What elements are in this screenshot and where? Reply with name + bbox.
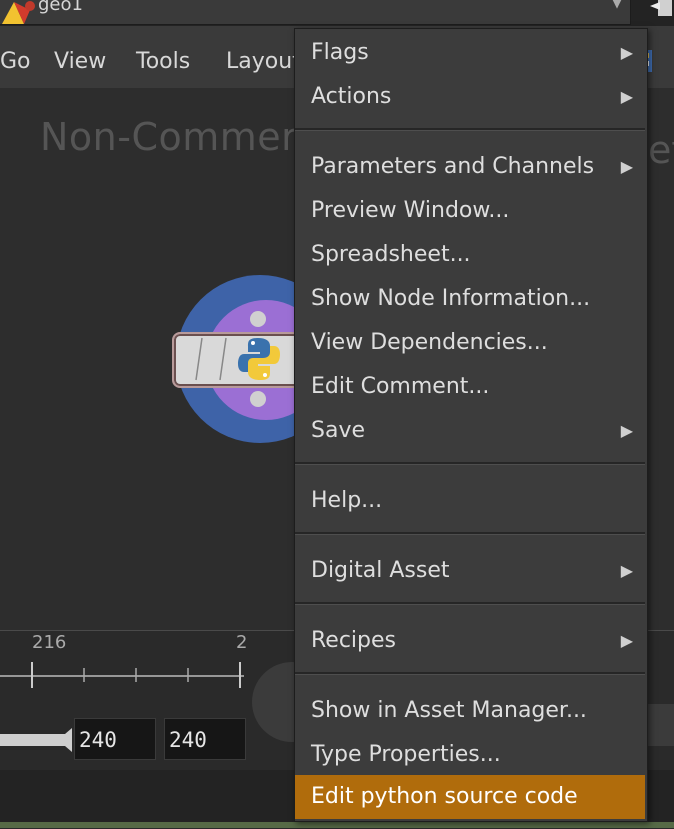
path-combo[interactable] bbox=[0, 0, 631, 25]
menu-item-label: Show Node Information... bbox=[311, 286, 591, 311]
slider-handle[interactable] bbox=[58, 728, 72, 752]
menu-separator bbox=[295, 128, 645, 131]
pin-icon[interactable] bbox=[650, 0, 674, 24]
menu-item-parameters-channels[interactable]: Parameters and Channels ▶ bbox=[295, 145, 645, 189]
menu-item-label: Parameters and Channels bbox=[311, 154, 595, 179]
menu-item-label: Help... bbox=[311, 488, 383, 513]
tick-label: 2 bbox=[236, 632, 248, 653]
menu-item-show-node-info[interactable]: Show Node Information... bbox=[295, 277, 645, 321]
menu-item-label: Save bbox=[311, 418, 366, 443]
tick-label: 216 bbox=[32, 632, 67, 653]
timeline-ruler[interactable] bbox=[0, 660, 260, 690]
menu-item-recipes[interactable]: Recipes ▶ bbox=[295, 619, 645, 663]
menu-item-digital-asset[interactable]: Digital Asset ▶ bbox=[295, 549, 645, 593]
menu-item-edit-python-source[interactable]: Edit python source code bbox=[295, 775, 645, 819]
menu-item-flags[interactable]: Flags ▶ bbox=[295, 31, 645, 75]
menu-item-label: Recipes bbox=[311, 628, 397, 653]
submenu-arrow-icon: ▶ bbox=[620, 43, 633, 62]
submenu-arrow-icon: ▶ bbox=[620, 421, 633, 440]
menu-separator bbox=[295, 672, 645, 675]
menu-item-label: Edit python source code bbox=[311, 784, 578, 809]
node-output-connector[interactable] bbox=[250, 391, 266, 407]
menu-item-label: Type Properties... bbox=[311, 742, 501, 767]
submenu-arrow-icon: ▶ bbox=[620, 631, 633, 650]
watermark-tail: et bbox=[648, 128, 674, 172]
menu-item-label: View Dependencies... bbox=[311, 330, 548, 355]
frame-end-field[interactable]: 240 bbox=[164, 718, 246, 760]
chevron-down-icon[interactable]: ▼ bbox=[612, 0, 622, 11]
menu-item-label: Preview Window... bbox=[311, 198, 510, 223]
menu-go[interactable]: Go bbox=[0, 49, 31, 74]
menu-tools[interactable]: Tools bbox=[136, 49, 190, 74]
node-input-connector[interactable] bbox=[250, 311, 266, 327]
menu-item-label: Actions bbox=[311, 84, 392, 109]
frame-start-field[interactable]: 240 bbox=[74, 718, 156, 760]
menu-item-label: Digital Asset bbox=[311, 558, 450, 583]
side-panel-button[interactable] bbox=[646, 704, 674, 746]
menu-item-type-properties[interactable]: Type Properties... bbox=[295, 733, 645, 777]
submenu-arrow-icon: ▶ bbox=[620, 157, 633, 176]
houdini-logo-icon bbox=[2, 1, 35, 24]
node-context-menu: Flags ▶ Actions ▶ Parameters and Channel… bbox=[294, 28, 648, 822]
menu-item-edit-comment[interactable]: Edit Comment... bbox=[295, 365, 645, 409]
menu-item-preview-window[interactable]: Preview Window... bbox=[295, 189, 645, 233]
menu-item-label: Edit Comment... bbox=[311, 374, 490, 399]
frame-range-slider[interactable] bbox=[0, 734, 66, 746]
menu-item-label: Show in Asset Manager... bbox=[311, 698, 587, 723]
menu-separator bbox=[295, 602, 645, 605]
menu-item-view-dependencies[interactable]: View Dependencies... bbox=[295, 321, 645, 365]
submenu-arrow-icon: ▶ bbox=[620, 561, 633, 580]
menu-separator bbox=[295, 532, 645, 535]
python-icon bbox=[238, 338, 280, 380]
menu-item-show-in-asset-manager[interactable]: Show in Asset Manager... bbox=[295, 689, 645, 733]
status-strip bbox=[0, 822, 674, 828]
menu-view[interactable]: View bbox=[54, 49, 106, 74]
side-panel bbox=[646, 660, 674, 688]
menu-item-label: Spreadsheet... bbox=[311, 242, 471, 267]
watermark: Non-Commerc bbox=[40, 115, 318, 159]
menu-separator bbox=[295, 462, 645, 465]
submenu-arrow-icon: ▶ bbox=[620, 87, 633, 106]
path-label: geo1 bbox=[38, 0, 83, 15]
menu-item-save[interactable]: Save ▶ bbox=[295, 409, 645, 453]
menu-item-actions[interactable]: Actions ▶ bbox=[295, 75, 645, 119]
menu-item-spreadsheet[interactable]: Spreadsheet... bbox=[295, 233, 645, 277]
menu-item-help[interactable]: Help... bbox=[295, 479, 645, 523]
menu-item-label: Flags bbox=[311, 40, 369, 65]
menu-layout[interactable]: Layout bbox=[226, 49, 301, 74]
